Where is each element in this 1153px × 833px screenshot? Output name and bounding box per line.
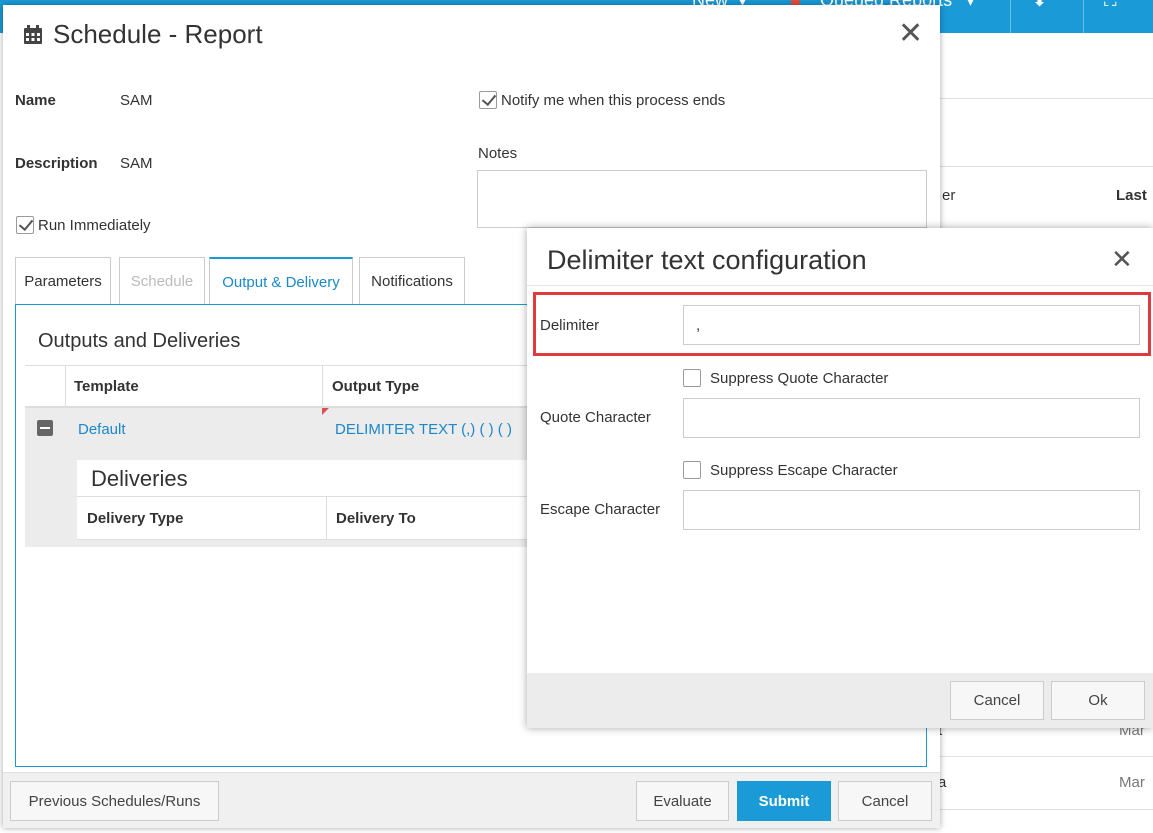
column-divider (326, 497, 327, 539)
dialog-title: Schedule - Report (23, 19, 263, 50)
highlight-box (533, 292, 1151, 356)
tab-parameters[interactable]: Parameters (15, 257, 111, 304)
bg-divider (940, 809, 1153, 810)
output-type-column-header[interactable]: Output Type (332, 378, 419, 395)
delimiter-cancel-button[interactable]: Cancel (950, 681, 1044, 720)
checkbox-unchecked-icon[interactable] (683, 461, 701, 479)
suppress-escape-label: Suppress Escape Character (710, 461, 898, 479)
tab-schedule: Schedule (119, 257, 205, 304)
notes-textarea[interactable] (477, 170, 927, 228)
title-divider (527, 285, 1153, 286)
topbar-divider (1010, 0, 1011, 33)
chevron-down-icon[interactable]: ▾ (966, 0, 975, 11)
suppress-quote-label: Suppress Quote Character (710, 369, 889, 387)
deliveries-header: Delivery Type Delivery To (77, 496, 545, 540)
tab-notifications[interactable]: Notifications (359, 257, 465, 304)
modified-marker-icon (322, 408, 329, 415)
delivery-type-column-header[interactable]: Delivery Type (87, 510, 183, 527)
checkbox-unchecked-icon[interactable] (683, 369, 701, 387)
ok-button[interactable]: Ok (1051, 681, 1145, 720)
bg-column-header-last[interactable]: Last (1116, 187, 1147, 204)
deliveries-subgrid: Deliveries Delivery Type Delivery To (77, 460, 545, 540)
download-icon[interactable]: ⬇ (1032, 0, 1047, 11)
deliveries-title: Deliveries (91, 466, 188, 491)
table-row: Default DELIMITER TEXT (,) ( ) ( ) Deliv… (25, 408, 545, 547)
suppress-escape-checkbox[interactable]: Suppress Escape Character (683, 461, 898, 479)
escape-character-label: Escape Character (540, 501, 661, 518)
evaluate-button[interactable]: Evaluate (636, 781, 729, 821)
template-link[interactable]: Default (78, 421, 126, 438)
dialog-footer: Previous Schedules/Runs Evaluate Submit … (3, 772, 940, 828)
topbar-divider (1083, 0, 1084, 33)
checkbox-checked-icon[interactable] (16, 216, 34, 234)
bg-cell-date: Mar (1119, 774, 1145, 791)
outputs-grid-header: Template Output Type (25, 365, 545, 408)
description-value: SAM (120, 155, 153, 172)
bg-column-header: er (942, 187, 956, 204)
quote-character-label: Quote Character (540, 409, 651, 426)
fullscreen-icon[interactable]: ⛶ (1104, 0, 1117, 11)
description-label: Description (15, 155, 98, 172)
submit-button[interactable]: Submit (737, 781, 831, 821)
name-label: Name (15, 92, 56, 109)
quote-character-input[interactable] (683, 398, 1140, 438)
run-immediately-label: Run Immediately (38, 216, 151, 234)
suppress-quote-checkbox[interactable]: Suppress Quote Character (683, 369, 888, 387)
close-icon[interactable]: ✕ (898, 19, 923, 49)
dialog-title-text: Schedule - Report (53, 19, 263, 49)
bg-divider (940, 756, 1153, 757)
notify-checkbox[interactable]: Notify me when this process ends (479, 91, 725, 109)
delimiter-config-dialog: Delimiter text configuration ✕ Delimiter… (527, 228, 1153, 728)
name-value: SAM (120, 92, 153, 109)
output-type-link[interactable]: DELIMITER TEXT (,) ( ) ( ) (335, 421, 512, 438)
escape-character-input[interactable] (683, 490, 1140, 530)
delimiter-dialog-title: Delimiter text configuration (547, 245, 867, 275)
run-immediately-checkbox[interactable]: Run Immediately (16, 216, 151, 234)
delivery-to-column-header[interactable]: Delivery To (336, 510, 416, 527)
column-divider (65, 366, 66, 407)
collapse-icon[interactable] (37, 420, 53, 436)
notes-label: Notes (478, 145, 518, 162)
column-divider (322, 366, 323, 407)
notify-label: Notify me when this process ends (501, 91, 726, 109)
bg-divider (940, 166, 1153, 167)
delimiter-dialog-footer: Cancel Ok (527, 673, 1153, 728)
outputs-section-title: Outputs and Deliveries (38, 330, 241, 352)
previous-schedules-button[interactable]: Previous Schedules/Runs (10, 781, 219, 821)
cancel-button[interactable]: Cancel (838, 781, 932, 821)
close-icon[interactable]: ✕ (1111, 246, 1133, 272)
checkbox-checked-icon[interactable] (479, 91, 497, 109)
bg-divider (940, 98, 1153, 99)
template-column-header[interactable]: Template (74, 378, 139, 395)
calendar-icon (24, 24, 42, 44)
tab-output-delivery[interactable]: Output & Delivery (209, 257, 353, 306)
